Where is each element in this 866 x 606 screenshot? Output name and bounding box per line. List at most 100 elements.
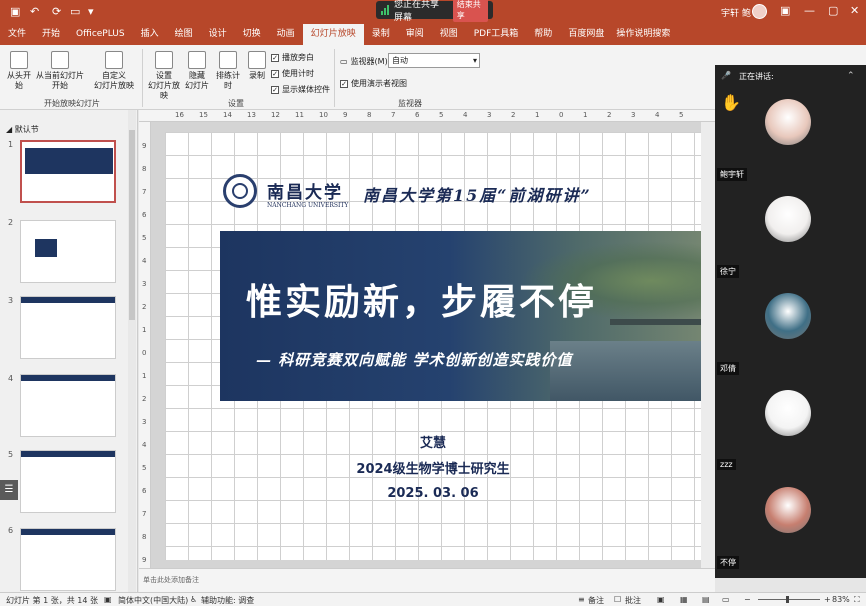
close-icon[interactable]: ✕ bbox=[850, 4, 859, 17]
slide-main-title[interactable]: 惟实励新，步履不停 bbox=[246, 273, 597, 325]
ruler-tick: 8 bbox=[367, 111, 372, 119]
ruler-tick: 6 bbox=[142, 211, 147, 219]
ribbon-tabs: 文件 开始 OfficePLUS 插入 绘图 设计 切换 动画 幻灯片放映 录制 审阅 视图 PDF工具… bbox=[0, 24, 866, 45]
tab-12[interactable]: PDF工具箱 bbox=[466, 24, 527, 45]
hide-slide-button[interactable]: 隐藏 幻灯片 bbox=[184, 51, 210, 91]
check-icon: ✓ bbox=[271, 85, 279, 94]
record-button[interactable]: 录制 bbox=[246, 51, 268, 81]
menu-icon[interactable]: ☰ bbox=[0, 480, 18, 500]
notes-placeholder: 单击此处添加备注 bbox=[143, 576, 199, 584]
tab-8[interactable]: 幻灯片放映 bbox=[302, 24, 364, 45]
presenter-view-checkbox[interactable]: ✓ 使用演示者视图 bbox=[340, 78, 407, 89]
zoom-slider-thumb[interactable] bbox=[786, 596, 789, 603]
tab-1[interactable]: 开始 bbox=[34, 24, 68, 45]
notes-icon: ≡ bbox=[578, 595, 585, 604]
minimize-icon[interactable]: — bbox=[804, 4, 815, 17]
slide-thumbnail-6[interactable] bbox=[20, 528, 116, 591]
thumbnail-scrollbar[interactable] bbox=[128, 110, 136, 592]
tab-3[interactable]: 插入 bbox=[133, 24, 167, 45]
slide-thumbnail-3[interactable] bbox=[20, 296, 116, 359]
participant-avatar[interactable] bbox=[765, 99, 811, 145]
rehearse-button[interactable]: 排练计时 bbox=[213, 51, 243, 91]
status-bar: 幻灯片 第 1 张，共 14 张 ▣ 简体中文(中国大陆) ♿ 辅助功能: 调查… bbox=[0, 592, 866, 606]
setup-show-button[interactable]: 设置 幻灯片放映 bbox=[146, 51, 182, 101]
horizontal-ruler: 16 15 14 13 12 11 10 9 8 7 6 5 4 3 2 1 0 1 2 3 4 5 bbox=[139, 110, 715, 122]
from-current-button[interactable]: 从当前幻灯片 开始 bbox=[36, 51, 84, 91]
language-status[interactable]: 简体中文(中国大陆) bbox=[118, 595, 188, 606]
ruler-tick: 11 bbox=[295, 111, 304, 119]
slide-thumbnail-1[interactable] bbox=[20, 140, 116, 203]
sorter-view-icon[interactable]: ▦ bbox=[680, 595, 688, 604]
zoom-out-icon[interactable]: − bbox=[744, 595, 751, 604]
slide-thumbnail-4[interactable] bbox=[20, 374, 116, 437]
accessibility-status[interactable]: 辅助功能: 调查 bbox=[201, 595, 254, 606]
ribbon-display-icon[interactable]: ▣ bbox=[780, 4, 790, 17]
tab-2[interactable]: OfficePLUS bbox=[68, 24, 133, 45]
scrollbar-thumb[interactable] bbox=[129, 130, 135, 320]
tab-7[interactable]: 动画 bbox=[269, 24, 303, 45]
tab-5[interactable]: 设计 bbox=[201, 24, 235, 45]
reading-view-icon[interactable]: ▤ bbox=[702, 595, 710, 604]
redo-icon[interactable]: ⟳ bbox=[52, 5, 61, 18]
tab-4[interactable]: 绘图 bbox=[167, 24, 201, 45]
tab-6[interactable]: 切换 bbox=[235, 24, 269, 45]
participant-avatar[interactable] bbox=[765, 390, 811, 436]
title-banner[interactable]: 惟实励新，步履不停 — 科研竞赛双向赋能 学术创新创造实践价值 bbox=[220, 231, 715, 401]
present-icon[interactable]: ▭ bbox=[70, 5, 80, 18]
tab-0[interactable]: 文件 bbox=[0, 24, 34, 45]
tab-11[interactable]: 视图 bbox=[432, 24, 466, 45]
save-icon[interactable]: ▣ bbox=[10, 5, 20, 18]
slide-canvas[interactable]: 南昌大学 NANCHANG UNIVERSITY 南昌大学第15届“前湖研讲” … bbox=[165, 132, 715, 560]
tab-9[interactable]: 录制 bbox=[364, 24, 398, 45]
customize-icon[interactable]: ▾ bbox=[88, 5, 94, 18]
undo-icon[interactable]: ↶ bbox=[30, 5, 39, 18]
slideshow-view-icon[interactable]: ▭ bbox=[722, 595, 730, 604]
normal-view-icon[interactable]: ▣ bbox=[657, 595, 665, 604]
proofing-icon[interactable]: ▣ bbox=[104, 595, 112, 604]
notes-pane[interactable]: 单击此处添加备注 bbox=[139, 568, 715, 592]
speaker-title[interactable]: 2024级生物学博士研究生 bbox=[165, 458, 713, 477]
monitor-label: ▭ 监视器(M): bbox=[340, 57, 391, 66]
ruler-tick: 6 bbox=[142, 487, 147, 495]
custom-show-button[interactable]: 自定义 幻灯片放映 bbox=[90, 51, 138, 91]
media-controls-checkbox[interactable]: ✓ 显示媒体控件 bbox=[271, 84, 330, 95]
tab-14[interactable]: 百度网盘 bbox=[560, 24, 612, 45]
collapse-icon: ◢ bbox=[6, 125, 15, 134]
raise-hand-icon: ✋ bbox=[721, 93, 741, 112]
comments-button[interactable]: 批注 bbox=[625, 595, 641, 606]
fit-slide-icon[interactable]: ⛶ bbox=[854, 595, 860, 605]
participant-avatar[interactable] bbox=[765, 196, 811, 242]
zoom-in-icon[interactable]: + bbox=[824, 595, 831, 604]
timings-checkbox[interactable]: ✓ 使用计时 bbox=[271, 68, 314, 79]
tab-13[interactable]: 帮助 bbox=[526, 24, 560, 45]
from-start-button[interactable]: 从头开始 bbox=[4, 51, 34, 91]
slide-thumbnail-2[interactable] bbox=[20, 220, 116, 283]
tab-10[interactable]: 审阅 bbox=[398, 24, 432, 45]
account-name[interactable]: 宇轩 鲍 bbox=[721, 6, 751, 19]
thumb-block bbox=[35, 239, 57, 257]
hide-slide-icon bbox=[188, 51, 206, 69]
section-header[interactable]: ◢ 默认节 bbox=[6, 124, 39, 135]
zoom-level[interactable]: 83% bbox=[832, 595, 850, 604]
participant-avatar[interactable] bbox=[765, 293, 811, 339]
slide-subtitle[interactable]: — 科研竞赛双向赋能 学术创新创造实践价值 bbox=[256, 349, 572, 370]
screen-share-indicator: 您正在共享屏幕 结束共享 bbox=[376, 0, 493, 23]
slide-thumbnail-5[interactable] bbox=[20, 450, 116, 513]
vertical-ruler: 9 8 7 6 5 4 3 2 1 0 1 2 3 4 5 6 7 8 9 bbox=[139, 122, 151, 568]
participant-avatar[interactable] bbox=[765, 487, 811, 533]
presentation-date[interactable]: 2025. 03. 06 bbox=[165, 486, 713, 501]
tab-15[interactable]: 操作说明搜索 bbox=[612, 24, 678, 45]
zoom-slider[interactable] bbox=[758, 599, 820, 600]
speaker-name[interactable]: 艾慧 bbox=[165, 432, 713, 451]
collapse-panel-icon[interactable]: ⌃ bbox=[847, 71, 855, 81]
stop-share-button[interactable]: 结束共享 bbox=[452, 0, 488, 22]
ruler-tick: 0 bbox=[142, 349, 147, 357]
thumb-header bbox=[21, 375, 115, 381]
notes-button[interactable]: 备注 bbox=[588, 595, 604, 606]
editor-scrollbar[interactable] bbox=[701, 122, 715, 568]
narration-checkbox[interactable]: ✓ 播放旁白 bbox=[271, 52, 314, 63]
ruler-tick: 1 bbox=[535, 111, 540, 119]
monitor-select[interactable]: 自动 ▾ bbox=[388, 53, 480, 68]
maximize-icon[interactable]: ▢ bbox=[828, 4, 838, 17]
avatar[interactable] bbox=[752, 4, 767, 19]
